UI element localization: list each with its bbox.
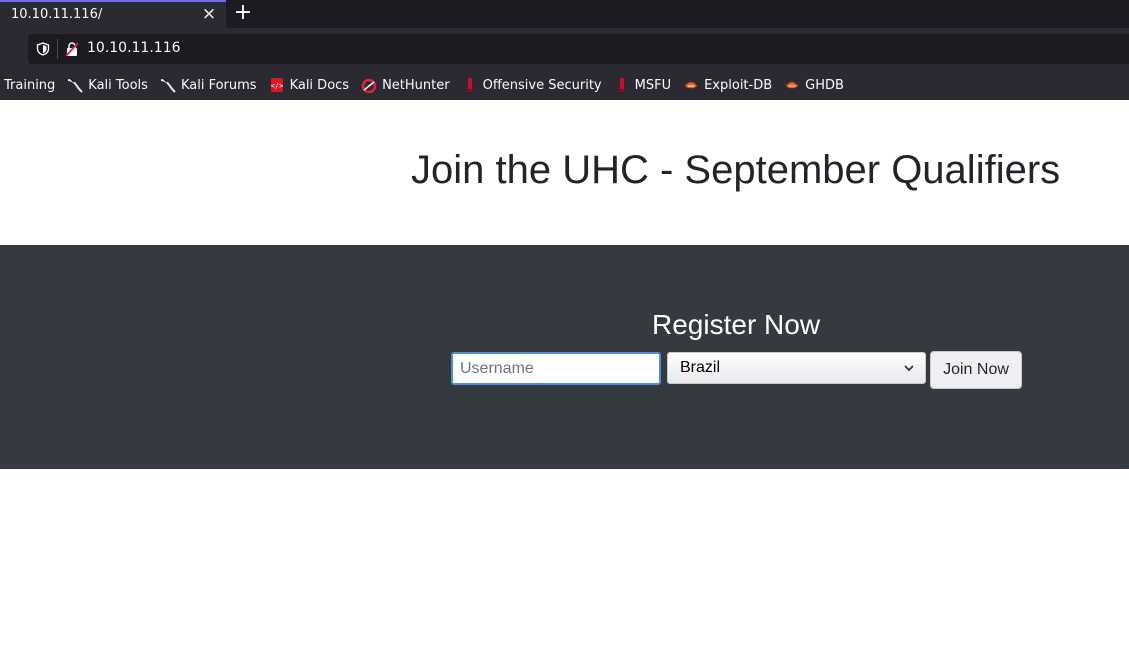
register-section: Register Now Brazil Join Now [0,245,1129,469]
url-bar[interactable]: 10.10.11.116 [28,34,1129,64]
bookmark-label: Kali Docs [289,77,350,93]
bookmark-nethunter[interactable]: NetHunter [361,77,450,93]
offsec-icon [462,77,478,93]
bookmark-kali-tools[interactable]: Kali Tools [67,77,148,93]
bookmark-msfu[interactable]: MSFU [614,77,671,93]
offsec-icon [614,77,630,93]
bookmark-ghdb[interactable]: GHDB [784,77,844,93]
kali-dragon-icon [67,77,84,93]
bookmark-label: GHDB [805,77,844,93]
kali-dragon-icon [160,77,176,93]
bookmark-label: Kali Forums [180,77,257,93]
bookmark-label: Exploit-DB [704,77,773,93]
bookmark-label: Training [4,77,56,93]
tracking-shield-icon[interactable] [36,42,50,56]
chevron-down-icon [904,365,914,372]
country-select[interactable]: Brazil [667,352,926,384]
username-input[interactable] [451,352,661,385]
bookmark-label: NetHunter [382,77,450,93]
register-title: Register Now [652,309,821,340]
country-selected-value: Brazil [680,359,721,376]
bookmark-label: Offensive Security [482,77,602,93]
close-tab-icon[interactable]: × [200,5,218,23]
bookmark-label: Kali Tools [88,77,148,93]
new-tab-icon[interactable]: + [233,0,253,26]
bookmark-kali-forums[interactable]: Kali Forums [160,77,257,93]
join-now-button[interactable]: Join Now [930,351,1022,389]
nav-bar: 10.10.11.116 [0,28,1129,70]
bookmark-exploit-db[interactable]: Exploit-DB [683,77,772,93]
bookmarks-toolbar: Training Kali Tools Kali Forums </> Kali… [0,70,1129,100]
tab-title: 10.10.11.116/ [11,7,103,22]
bookmark-offensive-security[interactable]: Offensive Security [462,77,602,93]
svg-text:</>: </> [270,82,283,90]
kali-docs-icon: </> [269,77,285,93]
page-content: Join the UHC - September Qualifiers Regi… [0,100,1129,654]
bookmark-training[interactable]: Training [4,78,55,93]
insecure-lock-icon[interactable] [64,41,80,57]
url-text: 10.10.11.116 [87,40,181,56]
bookmark-kali-docs[interactable]: </> Kali Docs [269,77,350,93]
exploitdb-icon [683,77,699,93]
active-tab[interactable]: 10.10.11.116/ × [0,0,226,28]
exploitdb-icon [784,77,800,93]
nethunter-icon [361,77,377,93]
page-title: Join the UHC - September Qualifiers [411,148,1061,192]
bookmark-label: MSFU [634,77,672,93]
url-bar-separator [57,39,58,59]
tab-bar: 10.10.11.116/ × + [0,0,1129,28]
